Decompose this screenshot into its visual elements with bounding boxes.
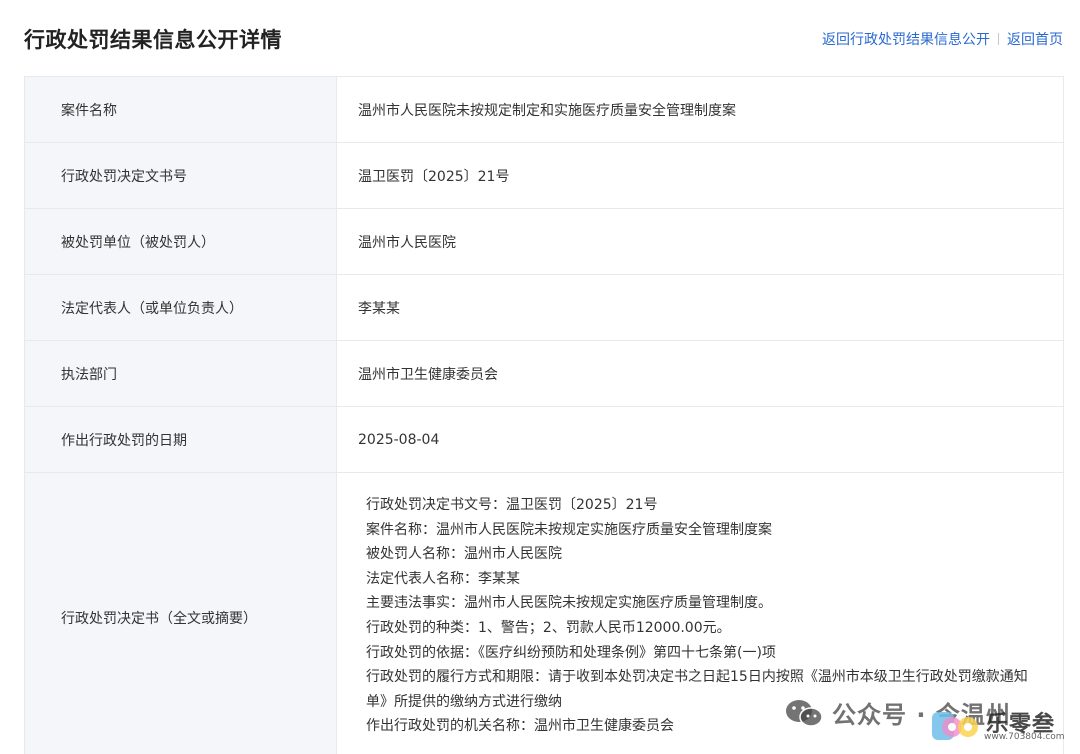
back-home-link[interactable]: 返回首页 xyxy=(1007,29,1063,49)
row-label: 行政处罚决定文书号 xyxy=(24,142,337,209)
table-row-decision-date: 作出行政处罚的日期 2025-08-04 xyxy=(24,406,1064,473)
table-row-document-number: 行政处罚决定文书号 温卫医罚〔2025〕21号 xyxy=(24,142,1064,209)
row-value: 温州市卫生健康委员会 xyxy=(336,340,1064,407)
nav-divider xyxy=(998,33,999,45)
row-value: 2025-08-04 xyxy=(336,406,1064,473)
decision-line-violation-facts: 主要违法事实：温州市人民医院未按规定实施医疗质量管理制度。 xyxy=(366,595,772,612)
row-value: 温州市人民医院未按规定制定和实施医疗质量安全管理制度案 xyxy=(336,76,1064,143)
row-label: 执法部门 xyxy=(24,340,337,407)
row-label: 案件名称 xyxy=(24,76,337,143)
table-row-legal-representative: 法定代表人（或单位负责人） 李某某 xyxy=(24,274,1064,341)
decision-line-document-number: 行政处罚决定书文号：温卫医罚〔2025〕21号 xyxy=(366,497,658,513)
row-value: 温州市人民医院 xyxy=(336,208,1064,275)
decision-line-legal-basis: 行政处罚的依据：《医疗纠纷预防和处理条例》第四十七条第(一)项 xyxy=(366,644,776,661)
decision-line-penalized-party: 被处罚人名称：温州市人民医院 xyxy=(366,546,562,563)
row-label: 行政处罚决定书（全文或摘要） xyxy=(24,472,337,754)
page-title: 行政处罚结果信息公开详情 xyxy=(24,28,282,52)
table-row-penalized-entity: 被处罚单位（被处罚人） 温州市人民医院 xyxy=(24,208,1064,275)
table-row-case-name: 案件名称 温州市人民医院未按规定制定和实施医疗质量安全管理制度案 xyxy=(24,76,1064,143)
decision-line-legal-representative: 法定代表人名称：李某某 xyxy=(366,570,520,587)
decision-line-authority: 作出行政处罚的机关名称：温州市卫生健康委员会 xyxy=(366,718,674,735)
row-value: 温卫医罚〔2025〕21号 xyxy=(336,142,1064,209)
header-nav: 返回行政处罚结果信息公开 返回首页 xyxy=(822,29,1063,49)
table-row-enforcement-department: 执法部门 温州市卫生健康委员会 xyxy=(24,340,1064,407)
penalty-detail-table: 案件名称 温州市人民医院未按规定制定和实施医疗质量安全管理制度案 行政处罚决定文… xyxy=(24,76,1064,754)
decision-line-case-name: 案件名称：温州市人民医院未按规定实施医疗质量安全管理制度案 xyxy=(366,521,772,538)
row-value: 李某某 xyxy=(336,274,1064,341)
decision-line-fulfillment: 行政处罚的履行方式和期限：请于收到本处罚决定书之日起15日内按照《温州市本级卫生… xyxy=(366,669,1028,710)
decision-full-text: 行政处罚决定书文号：温卫医罚〔2025〕21号 案件名称：温州市人民医院未按规定… xyxy=(337,473,1063,739)
back-to-penalty-list-link[interactable]: 返回行政处罚结果信息公开 xyxy=(822,29,990,49)
decision-line-penalty-type: 行政处罚的种类：1、警告；2、罚款人民币12000.00元。 xyxy=(366,619,731,636)
row-label: 法定代表人（或单位负责人） xyxy=(24,274,337,341)
table-row-decision-full-text: 行政处罚决定书（全文或摘要） 行政处罚决定书文号：温卫医罚〔2025〕21号 案… xyxy=(24,472,1064,754)
row-label: 被处罚单位（被处罚人） xyxy=(24,208,337,275)
page-header: 行政处罚结果信息公开详情 返回行政处罚结果信息公开 返回首页 xyxy=(0,0,1080,78)
decision-full-text-cell: 行政处罚决定书文号：温卫医罚〔2025〕21号 案件名称：温州市人民医院未按规定… xyxy=(336,472,1064,754)
row-label: 作出行政处罚的日期 xyxy=(24,406,337,473)
